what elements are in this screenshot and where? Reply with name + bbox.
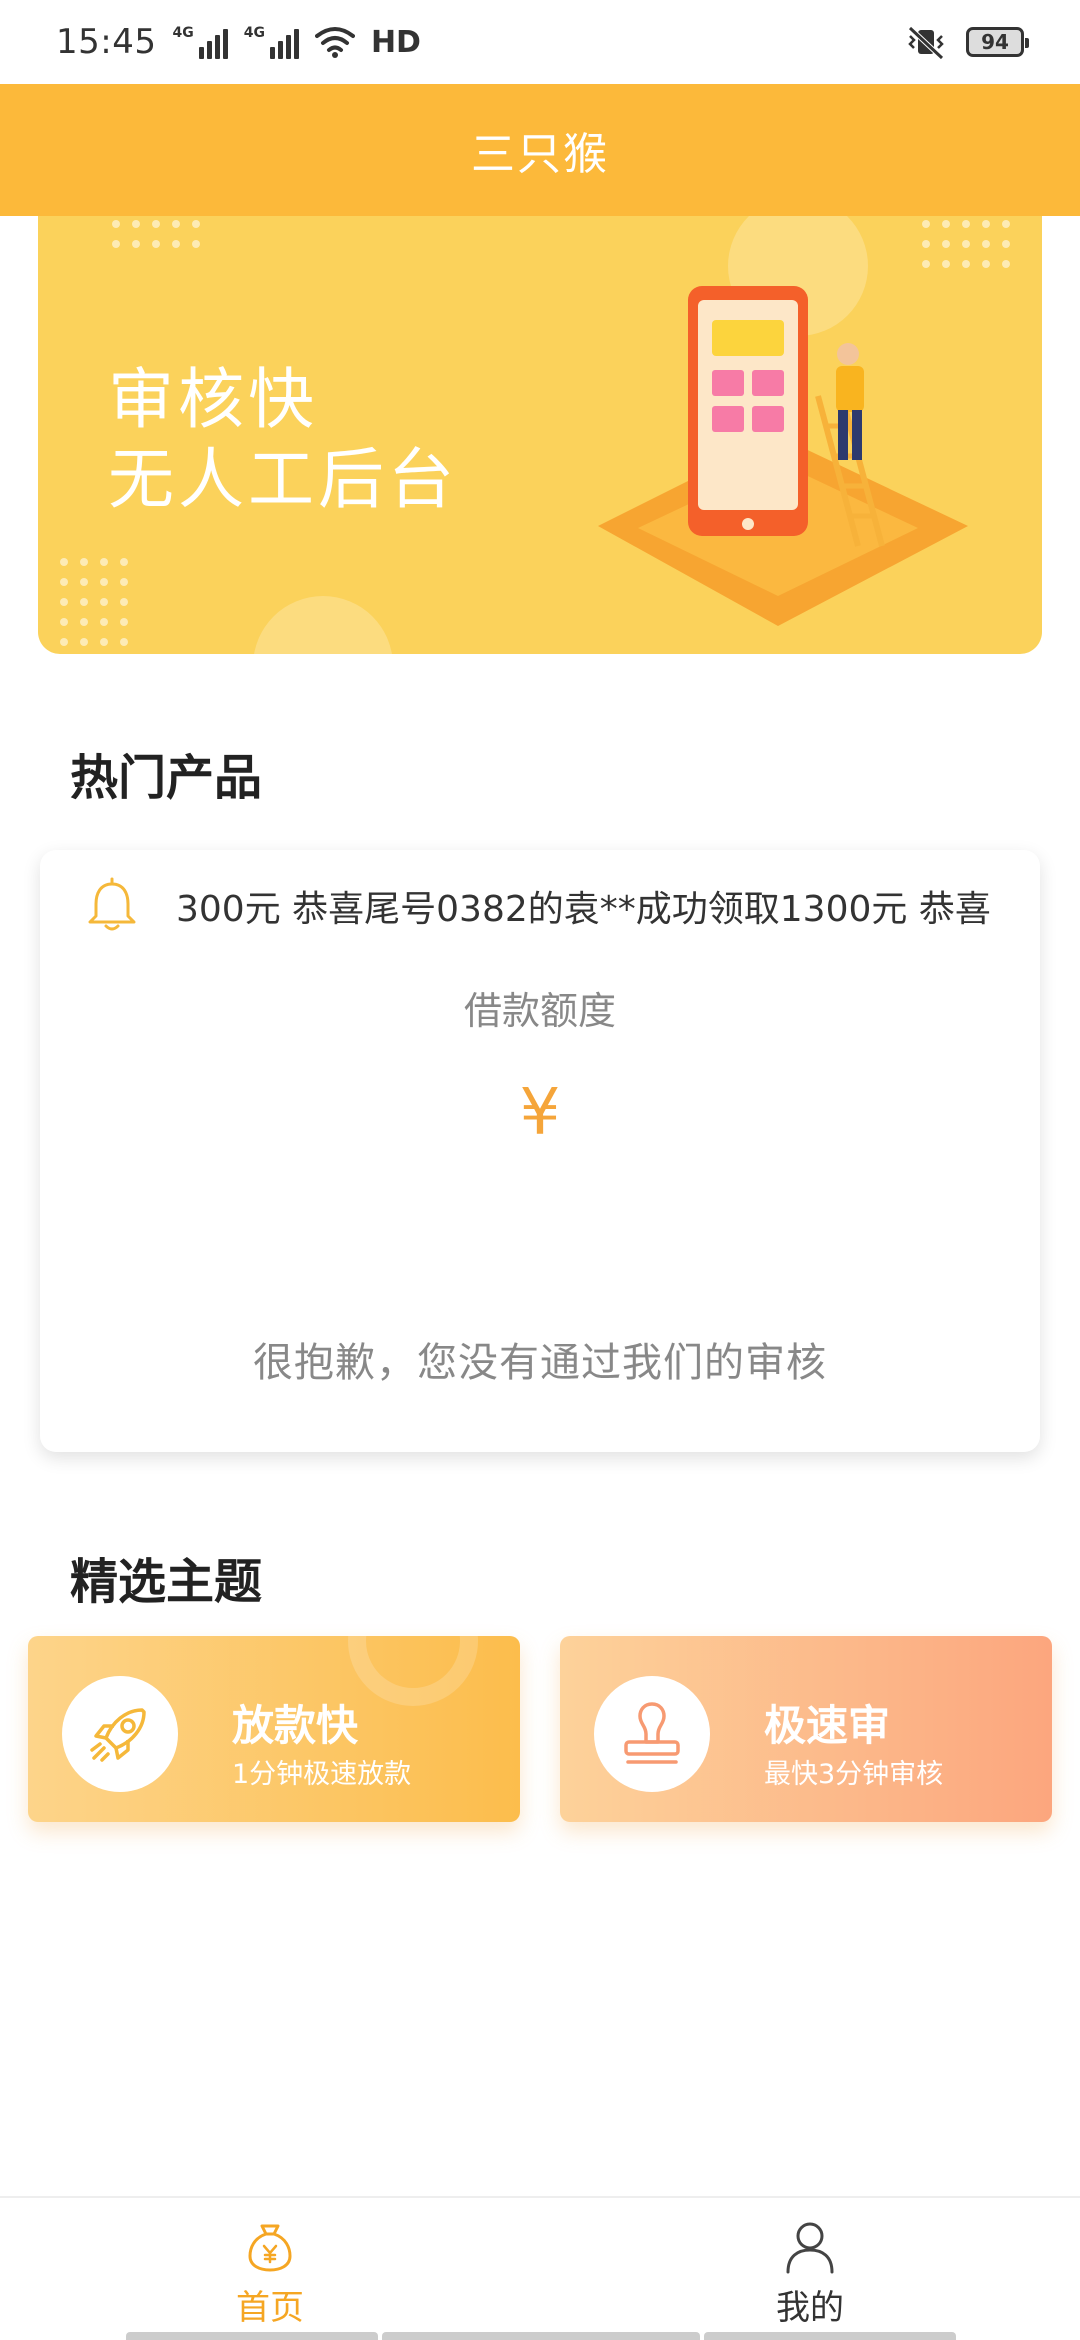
- gesture-bar: [126, 2332, 378, 2340]
- status-bar: 15:45 4G 4G HD 94: [0, 0, 1080, 84]
- hd-indicator: HD: [370, 24, 421, 60]
- app-title: 三只猴: [471, 129, 609, 180]
- status-time: 15:45: [56, 22, 157, 62]
- loan-amount-label: 借款额度: [463, 989, 616, 1033]
- battery-level: 94: [981, 30, 1009, 54]
- bottom-navigation: 首页 我的: [0, 2196, 1080, 2340]
- theme-icon-circle: [594, 1676, 710, 1792]
- theme-icon-circle: [62, 1676, 178, 1792]
- phone-illustration-icon: [598, 286, 968, 626]
- theme-title: 放款快: [232, 1701, 359, 1750]
- nav-label-mine: 我的: [776, 2288, 844, 2328]
- promo-banner[interactable]: 审核快 无人工后台: [38, 216, 1042, 654]
- nav-item-mine[interactable]: 我的: [540, 2198, 1080, 2340]
- notice-marquee: 300元 恭喜尾号0382的袁**成功领取1300元 恭喜: [80, 874, 1040, 938]
- money-bag-icon: [248, 2224, 292, 2272]
- stamp-icon: [624, 1702, 680, 1764]
- status-right: 94: [904, 24, 1029, 60]
- signal-icon-2: 4G: [244, 25, 299, 59]
- theme-card-fast-loan[interactable]: 放款快 1分钟极速放款: [28, 1636, 520, 1822]
- battery-icon: 94: [966, 27, 1029, 57]
- network-type-1: 4G: [172, 25, 194, 41]
- nav-item-home[interactable]: 首页: [0, 2198, 540, 2340]
- wifi-icon: [314, 27, 355, 58]
- banner-dot-pattern: [112, 220, 200, 248]
- nav-label-home: 首页: [236, 2288, 304, 2328]
- rocket-icon: [90, 1708, 146, 1762]
- theme-card-fast-review[interactable]: 极速审 最快3分钟审核: [560, 1636, 1052, 1822]
- network-type-2: 4G: [243, 25, 265, 41]
- status-left: 15:45 4G 4G HD: [56, 22, 421, 62]
- banner-dot-pattern-3: [60, 558, 128, 646]
- theme-title: 极速审: [764, 1701, 891, 1750]
- bell-icon: [88, 877, 136, 931]
- app-header: 三只猴: [0, 84, 1080, 216]
- theme-subtitle: 1分钟极速放款: [232, 1759, 412, 1790]
- gesture-bar-3: [704, 2332, 956, 2340]
- gesture-bar-2: [382, 2332, 700, 2340]
- signal-icon: 4G: [172, 25, 228, 59]
- notice-text: 300元 恭喜尾号0382的袁**成功领取1300元 恭喜: [176, 889, 991, 930]
- person-icon: [786, 2222, 834, 2274]
- theme-subtitle: 最快3分钟审核: [764, 1759, 944, 1790]
- product-card[interactable]: 300元 恭喜尾号0382的袁**成功领取1300元 恭喜 借款额度 ¥ 很抱歉…: [40, 850, 1040, 1452]
- theme-decor-ring: [348, 1636, 478, 1706]
- banner-subheadline: 无人工后台: [108, 441, 458, 518]
- hot-products-title: 热门产品: [70, 750, 263, 806]
- rejection-message: 很抱歉，您没有通过我们的审核: [253, 1340, 827, 1386]
- banner-decor-circle-2: [253, 596, 393, 654]
- vibrate-mute-icon: [908, 26, 944, 60]
- featured-themes-title: 精选主题: [70, 1554, 263, 1610]
- currency-symbol: ¥: [519, 1076, 561, 1150]
